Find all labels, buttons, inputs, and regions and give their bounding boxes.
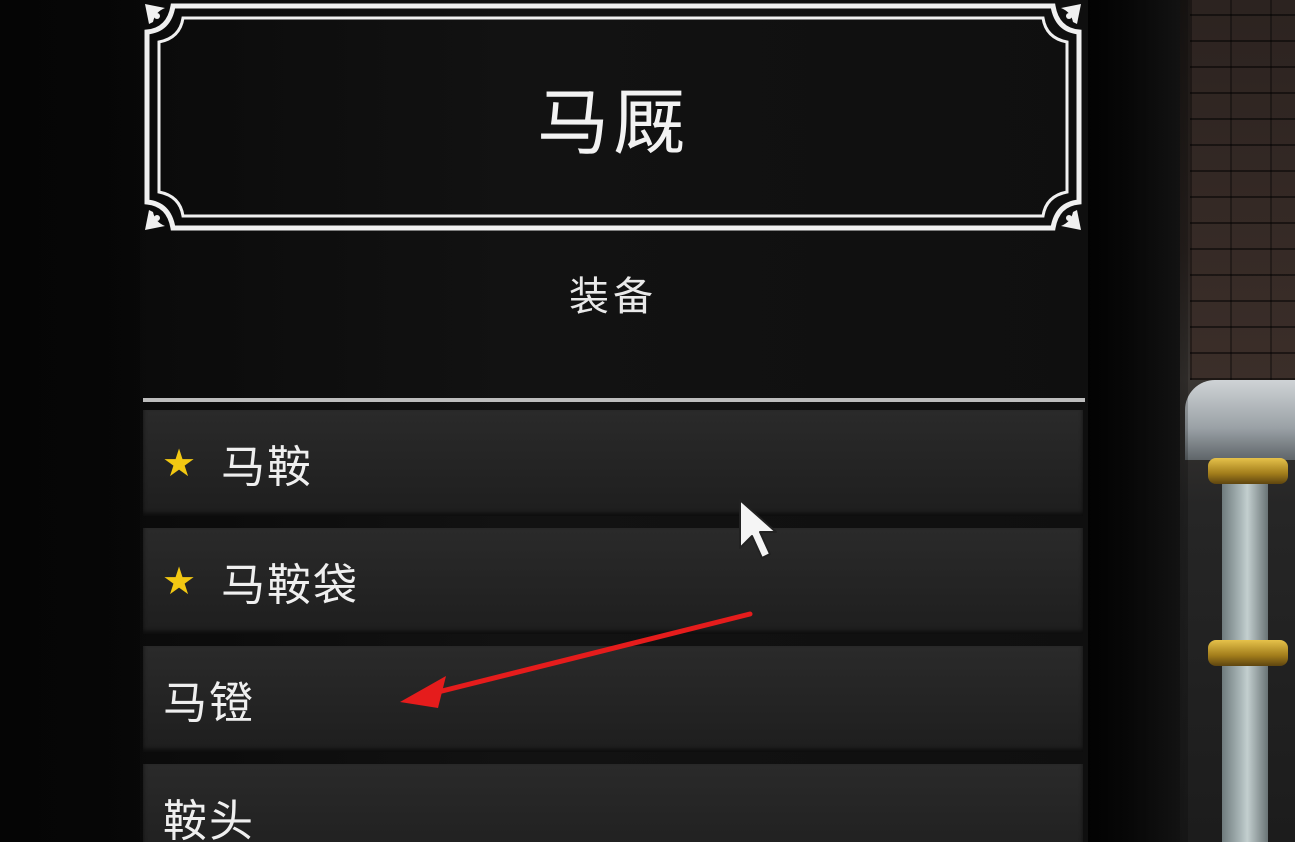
stable-menu-screen: 马厩 装备 ★ 马鞍 ★ 马鞍袋 马镫 鞍头 bbox=[0, 0, 1295, 842]
background-awning bbox=[1185, 380, 1295, 460]
divider bbox=[143, 398, 1085, 402]
list-item-label: 马镫 bbox=[163, 678, 255, 729]
panel-edge-shadow bbox=[1088, 0, 1188, 842]
section-heading: 装备 bbox=[569, 274, 657, 320]
list-item-saddle[interactable]: ★ 马鞍 bbox=[143, 410, 1083, 516]
background-gold-band bbox=[1208, 640, 1288, 666]
background-gold-band bbox=[1208, 458, 1288, 484]
left-vignette bbox=[0, 0, 140, 842]
list-item-label: 鞍头 bbox=[163, 796, 255, 842]
list-item-label: 马鞍 bbox=[221, 442, 313, 493]
list-item-saddle-horn[interactable]: 鞍头 bbox=[143, 764, 1083, 842]
title-frame: 马厩 bbox=[143, 2, 1083, 232]
list-item-stirrups[interactable]: 马镫 bbox=[143, 646, 1083, 752]
page-title: 马厩 bbox=[536, 81, 689, 165]
equipment-list: ★ 马鞍 ★ 马鞍袋 马镫 鞍头 bbox=[143, 410, 1083, 842]
background-brick-wall bbox=[1190, 0, 1295, 380]
list-item-saddlebag[interactable]: ★ 马鞍袋 bbox=[143, 528, 1083, 634]
star-icon: ★ bbox=[161, 559, 199, 603]
list-item-label: 马鞍袋 bbox=[221, 560, 359, 611]
star-icon: ★ bbox=[161, 441, 199, 485]
